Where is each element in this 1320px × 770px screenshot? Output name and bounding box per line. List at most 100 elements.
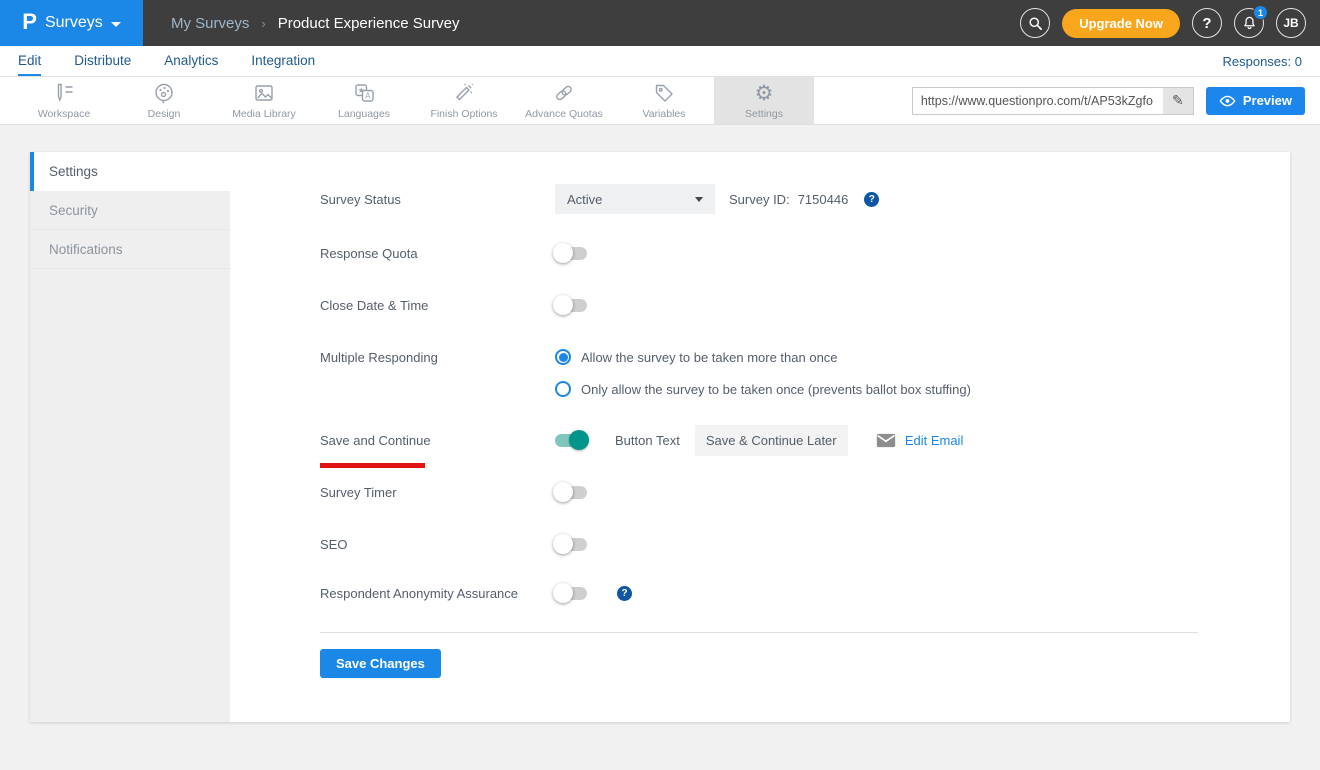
response-quota-row: Response Quota: [320, 238, 1250, 268]
toolbar-item-label: Variables: [643, 108, 686, 120]
toolbar-right: ✎ Preview: [912, 77, 1320, 124]
question-mark-icon: ?: [1202, 15, 1211, 32]
palette-icon: [152, 81, 176, 105]
user-avatar[interactable]: JB: [1276, 8, 1306, 38]
preview-label: Preview: [1243, 93, 1292, 108]
workspace-icon: [52, 81, 76, 105]
radio-allow-multiple-label: Allow the survey to be taken more than o…: [581, 350, 838, 365]
seo-toggle[interactable]: [555, 538, 587, 551]
search-icon: [1028, 16, 1043, 31]
avatar-initials: JB: [1283, 16, 1298, 30]
anonymity-toggle[interactable]: [555, 587, 587, 600]
toolbar-item-label: Media Library: [232, 108, 296, 120]
response-quota-toggle[interactable]: [555, 247, 587, 260]
edit-url-pencil-icon[interactable]: ✎: [1163, 88, 1193, 114]
app-switcher[interactable]: P Surveys: [0, 0, 143, 46]
help-button[interactable]: ?: [1192, 8, 1222, 38]
breadcrumb-parent[interactable]: My Surveys: [171, 15, 249, 32]
image-icon: [252, 81, 276, 105]
tab-integration[interactable]: Integration: [251, 46, 315, 76]
chain-link-icon: [552, 81, 576, 105]
close-date-row: Close Date & Time: [320, 290, 1250, 320]
radio-allow-multiple[interactable]: [555, 349, 571, 365]
seo-label: SEO: [320, 537, 555, 552]
tab-analytics[interactable]: Analytics: [164, 46, 218, 76]
notification-badge: 1: [1253, 5, 1268, 20]
edit-email-link[interactable]: Edit Email: [905, 433, 964, 448]
survey-url-input[interactable]: [913, 88, 1163, 114]
save-and-continue-row: Save and Continue Button Text Edit Email: [320, 425, 1250, 455]
search-button[interactable]: [1020, 8, 1050, 38]
sidebar-item-notifications[interactable]: Notifications: [30, 230, 230, 269]
multiple-responding-row: Multiple Responding Allow the survey to …: [320, 342, 1250, 372]
save-and-continue-toggle[interactable]: [555, 434, 587, 447]
edit-toolbar: Workspace Design Media Library: [0, 77, 1320, 125]
chevron-down-icon: [695, 197, 703, 202]
tab-edit[interactable]: Edit: [18, 46, 41, 76]
gear-icon: ⚙: [755, 81, 774, 105]
save-and-continue-label: Save and Continue: [320, 433, 555, 448]
toolbar-item-label: Design: [148, 108, 181, 120]
button-text-input[interactable]: [695, 425, 848, 456]
toolbar-item-advance-quotas[interactable]: Advance Quotas: [514, 77, 614, 124]
toolbar-item-finish-options[interactable]: Finish Options: [414, 77, 514, 124]
page-title: Product Experience Survey: [278, 15, 460, 32]
survey-status-select[interactable]: Active: [555, 184, 715, 214]
toolbar-item-label: Advance Quotas: [525, 108, 603, 120]
toolbar-item-label: Languages: [338, 108, 390, 120]
survey-timer-row: Survey Timer: [320, 477, 1250, 507]
anonymity-help-icon[interactable]: ?: [617, 586, 632, 601]
survey-status-row: Survey Status Active Survey ID: 7150446 …: [320, 184, 1250, 214]
breadcrumb-separator-icon: ›: [261, 16, 265, 31]
top-header: P Surveys My Surveys › Product Experienc…: [0, 0, 1320, 46]
survey-status-label: Survey Status: [320, 192, 555, 207]
responses-count[interactable]: Responses: 0: [1223, 54, 1303, 69]
toolbar-item-media-library[interactable]: Media Library: [214, 77, 314, 124]
toolbar-item-design[interactable]: Design: [114, 77, 214, 124]
app-name: Surveys: [45, 14, 103, 32]
eye-icon: [1219, 95, 1236, 107]
preview-button[interactable]: Preview: [1206, 87, 1305, 115]
settings-card: Settings Security Notifications Survey S…: [30, 152, 1290, 722]
sidebar-item-settings[interactable]: Settings: [30, 152, 230, 191]
toolbar-item-label: Finish Options: [430, 108, 497, 120]
multiple-responding-row-2: Only allow the survey to be taken once (…: [320, 374, 1250, 404]
toolbar-item-languages[interactable]: ★ A Languages: [314, 77, 414, 124]
notifications-button[interactable]: 1: [1234, 8, 1264, 38]
email-envelope-icon[interactable]: [876, 433, 896, 448]
settings-form: Survey Status Active Survey ID: 7150446 …: [230, 152, 1290, 722]
survey-nav-tabs: Edit Distribute Analytics Integration Re…: [0, 46, 1320, 77]
chevron-down-icon: [111, 22, 121, 27]
survey-timer-label: Survey Timer: [320, 485, 555, 500]
settings-sidebar: Settings Security Notifications: [30, 152, 230, 722]
survey-id-help-icon[interactable]: ?: [864, 192, 879, 207]
survey-timer-toggle[interactable]: [555, 486, 587, 499]
seo-row: SEO: [320, 529, 1250, 559]
multiple-responding-label: Multiple Responding: [320, 350, 555, 365]
form-divider: [320, 632, 1198, 633]
toolbar-item-variables[interactable]: Variables: [614, 77, 714, 124]
anonymity-row: Respondent Anonymity Assurance ?: [320, 578, 1250, 608]
survey-url-box: ✎: [912, 87, 1194, 115]
save-changes-button[interactable]: Save Changes: [320, 649, 441, 678]
sidebar-item-security[interactable]: Security: [30, 191, 230, 230]
toolbar-item-settings[interactable]: ⚙ Settings: [714, 77, 814, 124]
translate-icon: ★ A: [352, 81, 376, 105]
upgrade-now-button[interactable]: Upgrade Now: [1062, 9, 1180, 38]
questionpro-logo-icon: P: [22, 11, 37, 33]
response-quota-label: Response Quota: [320, 246, 555, 261]
button-text-label: Button Text: [615, 433, 680, 448]
radio-only-once[interactable]: [555, 381, 571, 397]
toolbar-item-label: Workspace: [38, 108, 90, 120]
toolbar-item-workspace[interactable]: Workspace: [14, 77, 114, 124]
survey-id-value: 7150446: [798, 192, 849, 207]
svg-text:A: A: [365, 92, 371, 101]
close-date-label: Close Date & Time: [320, 298, 555, 313]
breadcrumb: My Surveys › Product Experience Survey: [171, 0, 459, 46]
header-actions: Upgrade Now ? 1 JB: [1020, 0, 1320, 46]
survey-status-value: Active: [567, 192, 602, 207]
anonymity-label: Respondent Anonymity Assurance: [320, 586, 555, 601]
toolbar-item-label: Settings: [745, 108, 783, 120]
close-date-toggle[interactable]: [555, 299, 587, 312]
tab-distribute[interactable]: Distribute: [74, 46, 131, 76]
